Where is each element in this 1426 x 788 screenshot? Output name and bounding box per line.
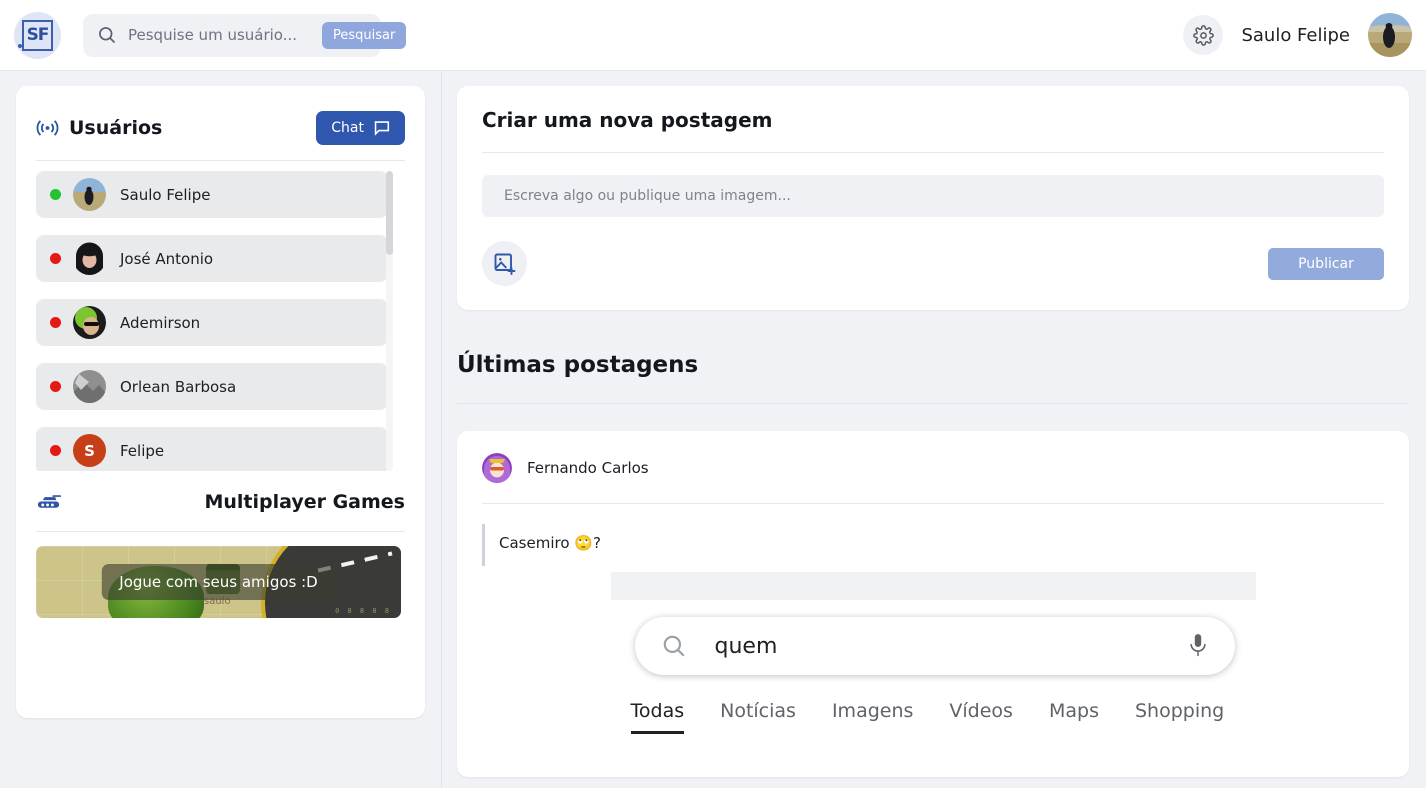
list-item-label: Orlean Barbosa <box>120 377 237 396</box>
avatar[interactable] <box>482 453 512 483</box>
avatar-image <box>73 242 106 275</box>
list-item-label: Felipe <box>120 441 165 460</box>
avatar <box>73 178 106 211</box>
list-item[interactable]: S Felipe <box>36 427 388 471</box>
avatar: S <box>73 434 106 467</box>
app-header: SF Pesquisar Saulo Felipe <box>0 0 1426 71</box>
embed-topbar <box>610 572 1256 600</box>
search-input[interactable] <box>128 26 322 44</box>
users-panel-header: Usuários Chat <box>36 108 405 148</box>
list-item[interactable]: Saulo Felipe <box>36 171 388 218</box>
add-image-icon <box>494 253 515 275</box>
compose-divider <box>482 152 1384 153</box>
games-section-header: Multiplayer Games <box>36 485 405 519</box>
broadcast-icon <box>36 120 59 136</box>
page-body: Usuários Chat Saulo Felipe José Antonio … <box>0 71 1426 788</box>
user-list[interactable]: Saulo Felipe José Antonio Ademirson Orle… <box>36 171 405 471</box>
avatar-image <box>73 370 106 403</box>
settings-button[interactable] <box>1183 15 1224 55</box>
google-result-tabs: Todas Notícias Imagens Vídeos Maps Shopp… <box>630 700 1224 734</box>
avatar <box>73 242 106 275</box>
compose-post-card: Criar uma nova postagem Publicar <box>457 86 1409 310</box>
sf-logo-icon: SF <box>18 19 53 51</box>
compose-title: Criar uma nova postagem <box>482 108 773 132</box>
google-search-box[interactable]: quem <box>634 617 1235 675</box>
post-header: Fernando Carlos <box>482 453 1384 483</box>
games-section-title: Multiplayer Games <box>204 491 405 513</box>
panel-divider <box>36 160 405 161</box>
users-sidebar: Usuários Chat Saulo Felipe José Antonio … <box>16 86 425 718</box>
chat-bubble-icon <box>374 121 390 136</box>
post-author: Fernando Carlos <box>527 459 649 477</box>
logo-letters: SF <box>26 25 50 45</box>
avatar <box>73 370 106 403</box>
post-divider <box>482 503 1384 504</box>
user-list-scrollbar-thumb[interactable] <box>386 171 393 255</box>
google-tab-todas[interactable]: Todas <box>630 700 685 734</box>
user-search-bar[interactable]: Pesquisar <box>83 13 407 57</box>
status-badge <box>50 317 61 328</box>
header-user-name: Saulo Felipe <box>1241 24 1350 46</box>
list-item-label: Ademirson <box>120 313 201 332</box>
add-image-button[interactable] <box>482 241 527 286</box>
post-text: Casemiro 🙄? <box>482 524 1384 566</box>
google-tab-noticias[interactable]: Notícias <box>720 700 796 731</box>
search-icon <box>99 27 116 44</box>
publish-button[interactable]: Publicar <box>1268 247 1384 280</box>
status-badge <box>50 445 61 456</box>
avatar[interactable] <box>1368 13 1412 57</box>
tank-icon <box>37 495 62 508</box>
avatar-image <box>482 453 512 483</box>
avatar-initial: S <box>84 441 95 460</box>
status-badge <box>50 253 61 264</box>
list-item[interactable]: Ademirson <box>36 299 388 346</box>
google-tab-videos[interactable]: Vídeos <box>949 700 1013 731</box>
feed-title: Últimas postagens <box>457 352 699 378</box>
main-content: Criar uma nova postagem Publicar Últimas… <box>457 71 1409 788</box>
chat-button[interactable]: Chat <box>316 111 405 145</box>
list-item[interactable]: Orlean Barbosa <box>36 363 388 410</box>
gear-icon <box>1193 24 1214 46</box>
magnifier-icon <box>663 635 685 657</box>
games-divider <box>36 531 405 532</box>
search-submit-button[interactable]: Pesquisar <box>322 21 407 49</box>
google-tab-maps[interactable]: Maps <box>1049 700 1099 731</box>
game-banner[interactable]: saulo 0 8 8 8 8 Jogue com seus amigos :D <box>36 546 401 618</box>
microphone-icon <box>1189 634 1206 657</box>
chat-button-label: Chat <box>331 120 364 136</box>
banner-caption: Jogue com seus amigos :D <box>101 564 336 600</box>
list-item-label: José Antonio <box>120 249 214 268</box>
google-search-query: quem <box>714 633 778 659</box>
avatar <box>73 306 106 339</box>
avatar-image <box>73 306 106 339</box>
status-badge <box>50 381 61 392</box>
column-divider <box>441 71 442 788</box>
compose-actions: Publicar <box>482 241 1384 286</box>
post-embedded-image[interactable]: quem Todas Notícias Imagens Vídeos Maps … <box>610 572 1256 762</box>
compose-input[interactable] <box>482 175 1384 217</box>
page-title: Usuários <box>69 117 163 139</box>
list-item-label: Saulo Felipe <box>120 185 211 204</box>
google-tab-shopping[interactable]: Shopping <box>1135 700 1224 731</box>
banner-ticks: 0 8 8 8 8 <box>335 607 391 615</box>
app-logo[interactable]: SF <box>14 11 61 59</box>
post-card: Fernando Carlos Casemiro 🙄? quem Todas N… <box>457 431 1409 777</box>
list-item[interactable]: José Antonio <box>36 235 388 282</box>
google-tab-imagens[interactable]: Imagens <box>832 700 913 731</box>
avatar-image <box>1368 13 1412 57</box>
status-badge <box>50 189 61 200</box>
header-right-cluster: Saulo Felipe <box>1183 13 1412 57</box>
avatar-image <box>73 178 106 211</box>
feed-divider <box>457 403 1409 404</box>
